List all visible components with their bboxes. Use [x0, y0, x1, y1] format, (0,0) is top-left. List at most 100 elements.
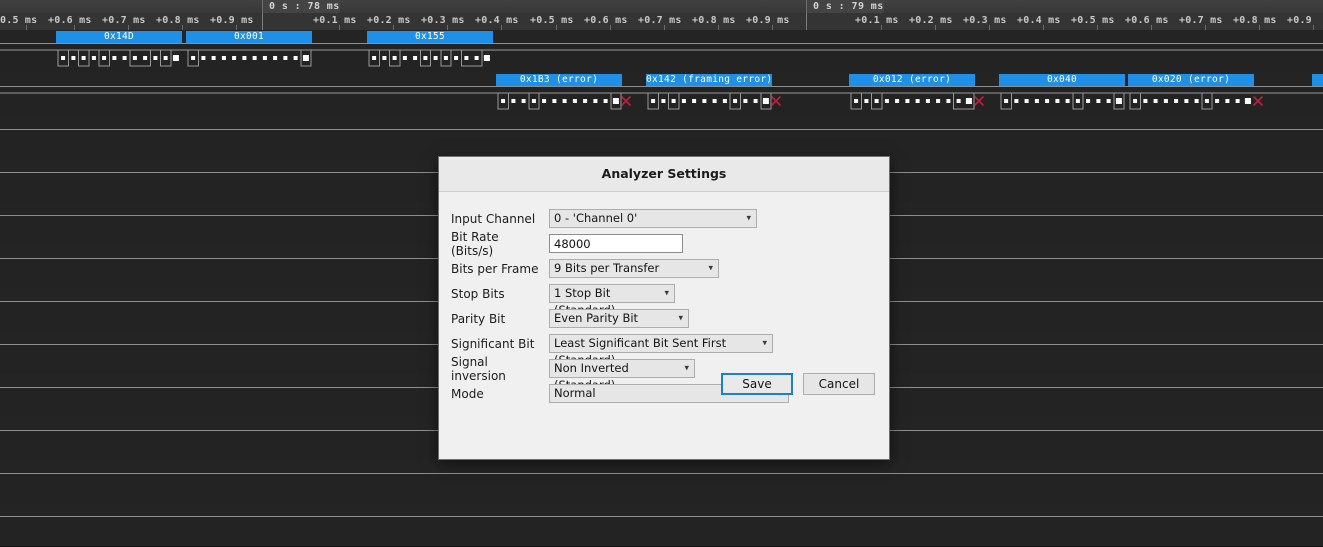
save-button[interactable]: Save [721, 373, 793, 395]
field-row-input-channel: Input Channel 0 - 'Channel 0' ▾ [439, 206, 889, 231]
bit-marker [454, 56, 458, 60]
channel-lane[interactable] [0, 503, 1323, 546]
channel-lane-label-strip [0, 460, 1323, 474]
waveform-svg [0, 87, 1323, 116]
channel-lane[interactable]: 0x14D 0x001 0x155 [0, 30, 1323, 73]
channel-lane-label-strip: 0x1B3 (error) 0x142 (framing error) 0x012 … [0, 73, 1323, 87]
frame-label[interactable]: 0x001 [186, 31, 312, 43]
bit-marker [702, 99, 706, 103]
parity-bit-control[interactable]: Even Parity Bit ▾ [549, 309, 689, 328]
bit-rate-input[interactable] [549, 234, 683, 253]
frame-label[interactable]: 0x020 (error) [1128, 74, 1254, 86]
cancel-button[interactable]: Cancel [803, 373, 875, 395]
frame-label[interactable] [1312, 74, 1323, 86]
bit-marker [1205, 99, 1209, 103]
bit-marker [1225, 99, 1229, 103]
bit-marker [92, 56, 96, 60]
input-channel-select[interactable]: 0 - 'Channel 0' [549, 209, 757, 228]
bit-marker [1045, 99, 1049, 103]
analyzer-settings-dialog: Analyzer Settings Input Channel 0 - 'Cha… [438, 156, 890, 460]
bit-marker [82, 56, 86, 60]
frame-label[interactable]: 0x1B3 (error) [496, 74, 622, 86]
bit-marker [242, 56, 246, 60]
channel-lane[interactable]: 0x1B3 (error) 0x142 (framing error) 0x012 … [0, 73, 1323, 116]
bits-per-frame-select[interactable]: 9 Bits per Transfer [549, 259, 719, 278]
waveform-trace [498, 93, 621, 109]
bit-marker [905, 99, 909, 103]
bit-marker-stop [613, 98, 619, 104]
channel-waveform[interactable] [0, 473, 1323, 504]
stop-bits-control[interactable]: 1 Stop Bit (Standard) ▾ [549, 284, 675, 303]
frame-label[interactable]: 0x012 (error) [849, 74, 975, 86]
frame-label[interactable]: 0x14D [56, 31, 182, 43]
dialog-title: Analyzer Settings [439, 157, 889, 192]
ruler-major-tick [806, 13, 807, 30]
bit-marker [1055, 99, 1059, 103]
channel-waveform[interactable] [0, 43, 1323, 74]
ruler-absolute-marker: 0 s : 79 ms [806, 0, 884, 13]
channel-lane[interactable] [0, 460, 1323, 503]
ruler-tick-label: +0.9 ms [1287, 14, 1323, 28]
ruler-tick-label: +0.3 ms [421, 14, 465, 28]
parity-bit-select[interactable]: Even Parity Bit [549, 309, 689, 328]
bit-marker-stop [763, 98, 769, 104]
bit-marker [191, 56, 195, 60]
timeline-ruler[interactable]: 0 s : 78 ms0 s : 79 ms 0.5 ms+0.6 ms+0.7… [0, 0, 1323, 31]
bit-marker [475, 56, 479, 60]
bit-marker [864, 99, 868, 103]
bit-marker [222, 56, 226, 60]
channel-waveform[interactable] [0, 86, 1323, 117]
ruler-tick-label: +0.2 ms [909, 14, 953, 28]
bit-marker [957, 99, 961, 103]
bit-marker [1076, 99, 1080, 103]
bit-marker [403, 56, 407, 60]
input-channel-control[interactable]: 0 - 'Channel 0' ▾ [549, 209, 757, 228]
bit-marker [522, 99, 526, 103]
bit-marker [71, 56, 75, 60]
frame-label[interactable]: 0x155 [367, 31, 493, 43]
field-row-bits-per-frame: Bits per Frame 9 Bits per Transfer ▾ [439, 256, 889, 281]
ruler-tick-label: +0.4 ms [475, 14, 519, 28]
bit-marker [926, 99, 930, 103]
channel-lane[interactable] [0, 116, 1323, 159]
bit-marker [1215, 99, 1219, 103]
bit-marker [946, 99, 950, 103]
bits-per-frame-control[interactable]: 9 Bits per Transfer ▾ [549, 259, 719, 278]
error-x-icon [772, 97, 781, 106]
ruler-tick-label: +0.6 ms [584, 14, 628, 28]
ruler-tick-label: +0.7 ms [1179, 14, 1223, 28]
bit-marker [1035, 99, 1039, 103]
bit-marker [682, 99, 686, 103]
bit-marker [283, 56, 287, 60]
bit-marker [593, 99, 597, 103]
bit-marker [563, 99, 567, 103]
waveform-trace [369, 50, 492, 66]
bit-marker [201, 56, 205, 60]
bit-marker [423, 56, 427, 60]
bit-marker [123, 56, 127, 60]
frame-label[interactable]: 0x142 (framing error) [646, 74, 772, 86]
frame-label[interactable]: 0x040 [999, 74, 1125, 86]
bit-marker [604, 99, 608, 103]
bit-marker [885, 99, 889, 103]
bit-marker [916, 99, 920, 103]
bit-marker [501, 99, 505, 103]
field-row-parity-bit: Parity Bit Even Parity Bit ▾ [439, 306, 889, 331]
significant-bit-control[interactable]: Least Significant Bit Sent First (Standa… [549, 334, 773, 353]
ruler-tick-label: +0.3 ms [963, 14, 1007, 28]
bit-marker [294, 56, 298, 60]
ruler-tick-label: +0.5 ms [530, 14, 574, 28]
stop-bits-select[interactable]: 1 Stop Bit (Standard) [549, 284, 675, 303]
bit-marker [273, 56, 277, 60]
bit-marker [143, 56, 147, 60]
bit-marker [875, 99, 879, 103]
bit-marker [253, 56, 257, 60]
dialog-button-bar: Save Cancel [439, 362, 889, 406]
ruler-tick-label: +0.4 ms [1017, 14, 1061, 28]
significant-bit-select[interactable]: Least Significant Bit Sent First (Standa… [549, 334, 773, 353]
bit-marker [1164, 99, 1168, 103]
bit-marker-stop [173, 55, 179, 61]
field-row-bit-rate: Bit Rate (Bits/s) [439, 231, 889, 256]
bit-marker [112, 56, 116, 60]
channel-waveform[interactable] [0, 516, 1323, 547]
